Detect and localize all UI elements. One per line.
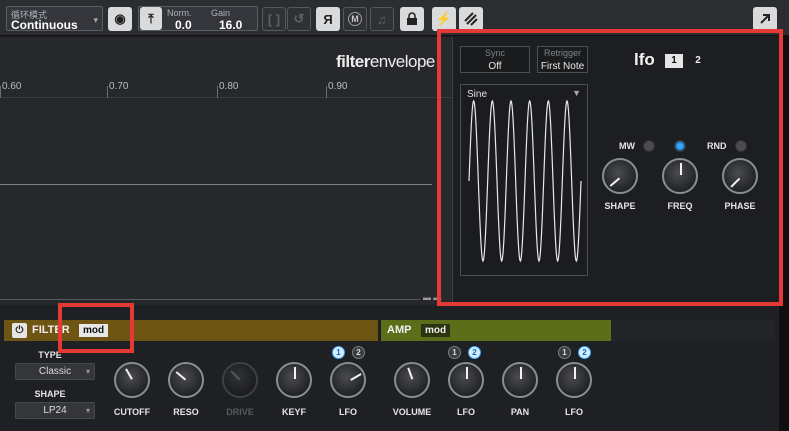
drive-knob[interactable] <box>222 362 258 398</box>
filter-shape-label: SHAPE <box>34 389 66 399</box>
gain-value[interactable]: 16.0 <box>219 18 242 32</box>
open-external-button[interactable] <box>753 7 777 31</box>
filter-lfo-knob[interactable] <box>330 362 366 398</box>
lock-icon <box>407 12 417 25</box>
reverse-button[interactable]: Я <box>316 7 340 31</box>
gain-label: Gain <box>211 8 231 18</box>
amp-mod-tag[interactable]: mod <box>421 324 451 337</box>
amp-lfo-b-knob[interactable] <box>556 362 592 398</box>
stripes-icon <box>464 12 478 26</box>
amp-lfo-a-knob[interactable] <box>448 362 484 398</box>
normalize-label: Norm. <box>167 8 192 18</box>
chevron-down-icon: ▾ <box>85 406 90 415</box>
amp-lfo-b-1-button[interactable]: 1 <box>558 346 571 359</box>
pan-knob[interactable] <box>502 362 538 398</box>
brand-logo-light: envelope <box>369 52 436 71</box>
ruler-tick <box>217 86 218 98</box>
volume-knob[interactable] <box>394 362 430 398</box>
filter-type-select[interactable]: Classic ▾ <box>15 363 95 380</box>
m-button[interactable]: M <box>343 7 367 31</box>
lightning-icon: ⚡ <box>435 11 453 26</box>
drive-knob-label: DRIVE <box>226 407 254 417</box>
record-target-button[interactable]: ◉ <box>108 7 132 31</box>
horizontal-scrollbar[interactable] <box>0 299 420 300</box>
time-ruler[interactable]: 0.60 0.70 0.80 0.90 <box>0 76 452 98</box>
stripes-button[interactable] <box>459 7 483 31</box>
reso-knob[interactable] <box>168 362 204 398</box>
normalize-value[interactable]: 0.0 <box>175 18 192 32</box>
arrow-up-right-icon <box>760 14 770 24</box>
undo-button[interactable]: ↺ <box>287 7 311 31</box>
amp-title: AMP <box>387 324 412 336</box>
loop-mode-value: Continuous <box>11 18 78 32</box>
annotation-box-mod <box>58 303 134 353</box>
lock-button[interactable] <box>400 7 424 31</box>
envelope-line[interactable] <box>0 184 432 185</box>
loop-bracket-button[interactable]: [ ] <box>262 7 286 31</box>
cutoff-knob-label: CUTOFF <box>113 407 151 417</box>
annotation-box-lfo <box>437 29 783 306</box>
pan-knob-label: PAN <box>510 407 530 417</box>
filter-lfo-knob-label: LFO <box>339 407 357 417</box>
filter-lfo-2-button[interactable]: 2 <box>352 346 365 359</box>
ruler-tick <box>326 86 327 98</box>
amp-lfo-a-knob-label: LFO <box>457 407 475 417</box>
brand-logo: filterenvelope <box>336 52 435 72</box>
filter-type-value: Classic <box>38 366 72 377</box>
loop-mode-select[interactable]: 循环模式 Continuous ▾ <box>6 6 103 32</box>
m-circle-icon: M <box>348 12 362 26</box>
cutoff-knob[interactable] <box>114 362 150 398</box>
arrow-up-to-line-icon: ⤒ <box>148 10 154 26</box>
empty-section-header <box>611 320 775 341</box>
amp-lfo-b-knob-label: LFO <box>565 407 583 417</box>
reverse-icon: Я <box>323 11 333 27</box>
keyf-knob-label: KEYF <box>281 407 306 417</box>
bracket-icon: [ ] <box>267 11 281 27</box>
filter-shape-select[interactable]: LP24 ▾ <box>15 402 95 419</box>
amp-lfo-b-2-button[interactable]: 2 <box>578 346 591 359</box>
normalize-gain-group: ⤒ Norm. 0.0 Gain 16.0 <box>138 6 258 32</box>
chevron-down-icon: ▾ <box>93 15 98 25</box>
ruler-tick <box>107 86 108 98</box>
brand-logo-bold: filter <box>336 52 370 71</box>
ruler-tick <box>0 86 1 98</box>
ruler-tick-label: 0.80 <box>219 81 239 92</box>
volume-knob-label: VOLUME <box>392 407 432 417</box>
chevron-down-icon: ▾ <box>85 367 90 376</box>
target-icon: ◉ <box>114 11 126 26</box>
ruler-tick-label: 0.60 <box>2 81 22 92</box>
power-icon: ⏻ <box>15 325 24 336</box>
undo-icon: ↺ <box>293 11 305 26</box>
filter-power-button[interactable]: ⏻ <box>12 323 27 338</box>
keyf-knob[interactable] <box>276 362 312 398</box>
amp-lfo-a-1-button[interactable]: 1 <box>448 346 461 359</box>
reso-knob-label: RESO <box>173 407 199 417</box>
amp-header: AMP mod <box>381 320 611 341</box>
ruler-tick-label: 0.90 <box>328 81 348 92</box>
music-note-button[interactable]: ♫ <box>370 7 394 31</box>
ruler-tick-label: 0.70 <box>109 81 129 92</box>
lightning-button[interactable]: ⚡ <box>432 7 456 31</box>
envelope-plot[interactable] <box>0 98 432 298</box>
normalize-button[interactable]: ⤒ <box>140 7 162 30</box>
music-note-icon: ♫ <box>377 11 387 27</box>
filter-lfo-1-button[interactable]: 1 <box>332 346 345 359</box>
amp-lfo-a-2-button[interactable]: 2 <box>468 346 481 359</box>
filter-shape-value: LP24 <box>43 405 67 416</box>
